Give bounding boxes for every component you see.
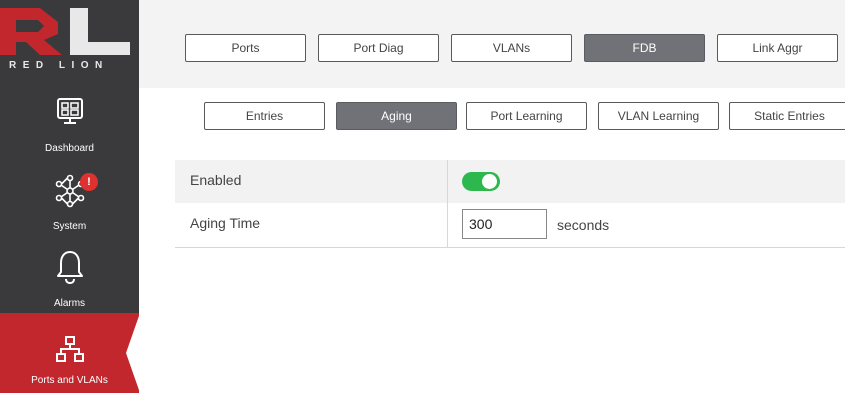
bell-icon xyxy=(56,251,83,285)
red-lion-logo: RED LION xyxy=(0,0,139,80)
row-divider xyxy=(447,203,448,247)
enabled-toggle[interactable] xyxy=(462,172,500,191)
tab-port-diag[interactable]: Port Diag xyxy=(318,34,439,62)
subtab-vlan-learning[interactable]: VLAN Learning xyxy=(598,102,719,130)
tab-vlans[interactable]: VLANs xyxy=(451,34,572,62)
sidebar-item-alarms[interactable]: Alarms xyxy=(0,246,139,314)
sidebar-item-dashboard[interactable]: Dashboard xyxy=(0,92,139,158)
tab-link-aggr[interactable]: Link Aggr xyxy=(717,34,838,62)
toggle-knob xyxy=(482,174,497,189)
aging-time-unit: seconds xyxy=(557,217,610,233)
sidebar-item-label: Alarms xyxy=(53,298,86,309)
tab-fdb[interactable]: FDB xyxy=(584,34,705,62)
system-alert-badge: ! xyxy=(80,173,98,191)
subtab-aging[interactable]: Aging xyxy=(336,102,457,130)
logo-wordmark: RED LION xyxy=(9,60,109,71)
sidebar-item-label: System xyxy=(52,221,87,232)
dashboard-icon xyxy=(56,98,83,124)
sidebar-item-ports-and-vlans[interactable]: Ports and VLANs xyxy=(0,313,140,393)
enabled-row: Enabled xyxy=(175,160,845,203)
red-lion-logo-mark xyxy=(0,8,130,55)
tab-ports[interactable]: Ports xyxy=(185,34,306,62)
sidebar-item-system[interactable]: ! System xyxy=(0,168,139,236)
aging-time-row: Aging Time seconds xyxy=(175,203,845,248)
sidebar-item-label: Ports and VLANs xyxy=(31,375,108,386)
row-divider xyxy=(447,160,448,203)
subtab-port-learning[interactable]: Port Learning xyxy=(466,102,587,130)
active-indicator-arrow xyxy=(126,313,140,393)
aging-time-input[interactable] xyxy=(462,209,547,239)
aging-time-label: Aging Time xyxy=(190,215,261,231)
subtab-entries[interactable]: Entries xyxy=(204,102,325,130)
subtab-static-entries[interactable]: Static Entries xyxy=(729,102,845,130)
sidebar: RED LION Dashboard ! System Alarms Ports… xyxy=(0,0,140,393)
sidebar-item-label: Dashboard xyxy=(45,143,94,154)
network-topology-icon xyxy=(55,336,84,362)
enabled-label: Enabled xyxy=(190,172,242,188)
